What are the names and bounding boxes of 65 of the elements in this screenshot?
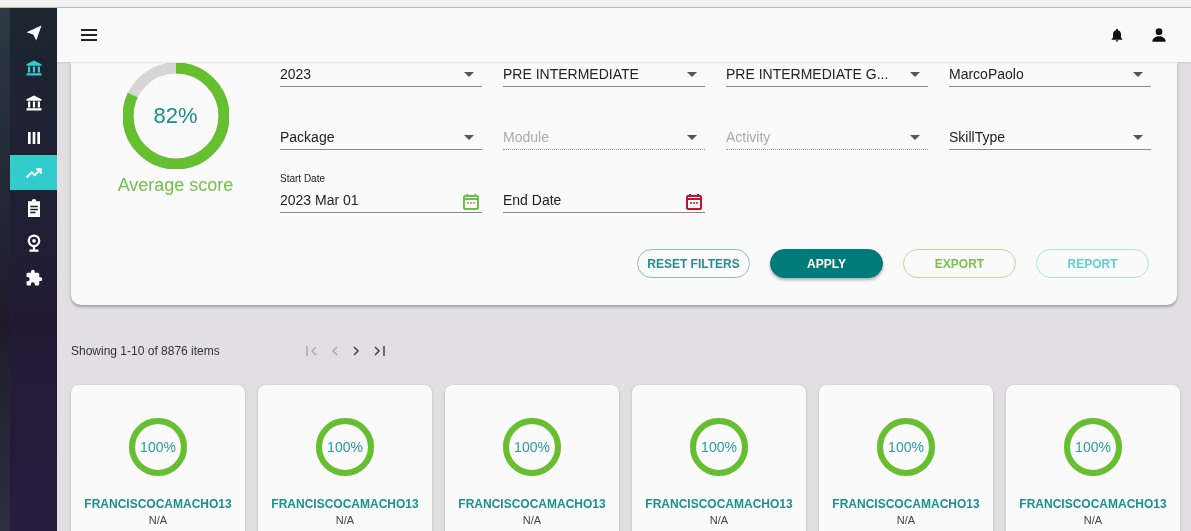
score-ring bbox=[876, 417, 936, 477]
student-card[interactable]: 100% FRANCISCOCAMACHO13 N/A bbox=[71, 385, 245, 531]
score-ring bbox=[128, 417, 188, 477]
student-detail: N/A bbox=[1083, 514, 1103, 526]
student-card[interactable]: 100% FRANCISCOCAMACHO13 N/A bbox=[445, 385, 619, 531]
caret-icon bbox=[910, 134, 920, 140]
caret-icon bbox=[464, 71, 474, 77]
dropdown-field[interactable]: 2023 bbox=[280, 62, 482, 87]
dropdown-field[interactable]: MarcoPaolo bbox=[949, 62, 1151, 87]
student-card[interactable]: 100% FRANCISCOCAMACHO13 N/A bbox=[258, 385, 432, 531]
score-ring bbox=[1063, 417, 1123, 477]
student-detail: N/A bbox=[522, 514, 542, 526]
student-name: FRANCISCOCAMACHO13 bbox=[84, 497, 232, 511]
student-name: FRANCISCOCAMACHO13 bbox=[271, 497, 419, 511]
dropdown-field[interactable]: Package bbox=[280, 125, 482, 150]
score-ring bbox=[689, 417, 749, 477]
bank-icon bbox=[24, 93, 43, 112]
webcam-icon bbox=[25, 233, 42, 252]
student-detail: N/A bbox=[896, 514, 916, 526]
caret-icon bbox=[464, 134, 474, 140]
score-percent: 100% bbox=[140, 439, 176, 455]
score-ring bbox=[502, 417, 562, 477]
pagination-summary: Showing 1-10 of 8876 items bbox=[71, 344, 221, 358]
student-card[interactable]: 100% FRANCISCOCAMACHO13 N/A bbox=[1006, 385, 1180, 531]
puzzle-icon bbox=[24, 268, 43, 287]
caret-icon bbox=[1133, 71, 1143, 77]
score-percent: 100% bbox=[701, 439, 737, 455]
student-name: FRANCISCOCAMACHO13 bbox=[1019, 497, 1167, 511]
dropdown-field[interactable]: PRE INTERMEDIATE bbox=[503, 62, 705, 87]
clipboard-icon bbox=[25, 198, 42, 217]
dropdown-field[interactable]: SkillType bbox=[949, 125, 1151, 150]
student-card[interactable]: 100% FRANCISCOCAMACHO13 N/A bbox=[819, 385, 993, 531]
action-button[interactable]: APPLY bbox=[770, 249, 883, 278]
dropdown-field[interactable]: PRE INTERMEDIATE G... bbox=[726, 62, 928, 87]
date-field[interactable]: End Date bbox=[503, 173, 705, 213]
score-percent: 100% bbox=[888, 439, 924, 455]
score-percent: 100% bbox=[514, 439, 550, 455]
student-card[interactable]: 100% FRANCISCOCAMACHO13 N/A bbox=[632, 385, 806, 531]
trending-icon bbox=[24, 165, 43, 180]
student-detail: N/A bbox=[335, 514, 355, 526]
student-name: FRANCISCOCAMACHO13 bbox=[832, 497, 980, 511]
user-icon[interactable] bbox=[1151, 27, 1167, 43]
menu-icon[interactable] bbox=[81, 29, 97, 41]
student-detail: N/A bbox=[148, 514, 168, 526]
student-detail: N/A bbox=[709, 514, 729, 526]
send-icon bbox=[24, 23, 43, 42]
columns-icon bbox=[25, 129, 42, 146]
date-field[interactable]: Start Date 2023 Mar 01 bbox=[280, 173, 482, 213]
calendar-icon[interactable] bbox=[685, 193, 703, 211]
score-ring bbox=[315, 417, 375, 477]
score-percent: 100% bbox=[327, 439, 363, 455]
score-percent: 82% bbox=[153, 103, 198, 129]
caret-icon bbox=[910, 71, 920, 77]
caret-icon bbox=[1133, 134, 1143, 140]
caret-icon bbox=[687, 71, 697, 77]
bank-icon bbox=[24, 58, 43, 77]
score-percent: 100% bbox=[1075, 439, 1111, 455]
student-name: FRANCISCOCAMACHO13 bbox=[458, 497, 606, 511]
last-page-icon[interactable] bbox=[373, 346, 385, 356]
score-label: Average score bbox=[117, 175, 234, 196]
caret-icon bbox=[687, 134, 697, 140]
next-page-icon[interactable] bbox=[352, 346, 360, 356]
field-label: Start Date bbox=[280, 173, 327, 184]
student-name: FRANCISCOCAMACHO13 bbox=[645, 497, 793, 511]
bell-icon[interactable] bbox=[1109, 26, 1125, 44]
